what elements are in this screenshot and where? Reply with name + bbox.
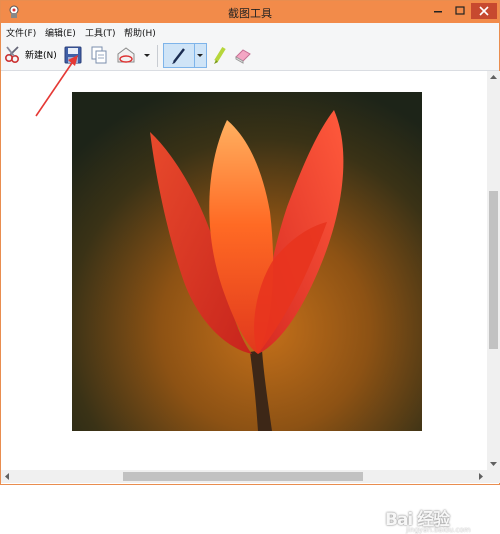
send-dropdown-button[interactable] — [141, 45, 153, 65]
snip-canvas[interactable]: Bai 经验 jingyan.baidu.com — [1, 71, 487, 534]
pen-dropdown-icon[interactable] — [195, 44, 206, 67]
send-snip-icon — [117, 47, 135, 63]
maximize-icon — [455, 6, 465, 15]
scissors-new-icon — [4, 46, 20, 64]
red-tulip-photo — [72, 92, 422, 431]
window-title: 截图工具 — [228, 7, 272, 20]
save-icon — [64, 46, 82, 64]
save-button[interactable] — [63, 45, 83, 65]
new-snip-button[interactable]: 新建(N) — [3, 45, 59, 65]
horizontal-scrollbar[interactable] — [1, 470, 487, 483]
highlighter-icon — [214, 46, 226, 64]
menu-edit[interactable]: 编辑(E) — [45, 26, 76, 39]
minimize-button[interactable] — [427, 3, 449, 19]
scroll-down-icon[interactable] — [488, 458, 499, 469]
menu-bar: 文件(F) 编辑(E) 工具(T) 帮助(H) — [1, 23, 499, 40]
pen-tool-button[interactable] — [163, 43, 207, 68]
toolbar-separator — [157, 45, 158, 67]
horizontal-scroll-thumb[interactable] — [123, 472, 363, 481]
pen-icon — [172, 48, 185, 64]
snipping-tool-window: 截图工具 文件(F) 编辑(E) 工具(T) 帮助(H) 新建(N) Bai 经… — [0, 0, 500, 534]
menu-help[interactable]: 帮助(H) — [124, 26, 156, 39]
scroll-up-icon[interactable] — [488, 72, 499, 83]
baidu-watermark-url: jingyan.baidu.com — [406, 526, 471, 534]
copy-button[interactable] — [89, 45, 109, 65]
menu-tools[interactable]: 工具(T) — [85, 26, 116, 39]
highlighter-button[interactable] — [211, 45, 229, 65]
minimize-icon — [434, 11, 442, 13]
send-snip-button[interactable] — [115, 45, 137, 65]
scroll-right-icon[interactable] — [475, 471, 486, 482]
scrollbar-corner — [487, 470, 500, 483]
close-icon — [479, 6, 489, 16]
eraser-button[interactable] — [233, 45, 253, 65]
new-snip-label: 新建(N) — [25, 51, 57, 61]
title-bar[interactable]: 截图工具 — [1, 1, 499, 23]
dropdown-arrow-icon — [144, 54, 150, 57]
vertical-scrollbar[interactable] — [487, 71, 500, 470]
copy-icon — [91, 46, 107, 64]
vertical-scroll-thumb[interactable] — [489, 191, 498, 349]
scroll-left-icon[interactable] — [2, 471, 13, 482]
menu-file[interactable]: 文件(F) — [6, 26, 36, 39]
eraser-icon — [235, 49, 251, 64]
close-button[interactable] — [471, 3, 497, 19]
toolbar: 新建(N) — [1, 40, 499, 71]
maximize-button[interactable] — [449, 3, 471, 19]
